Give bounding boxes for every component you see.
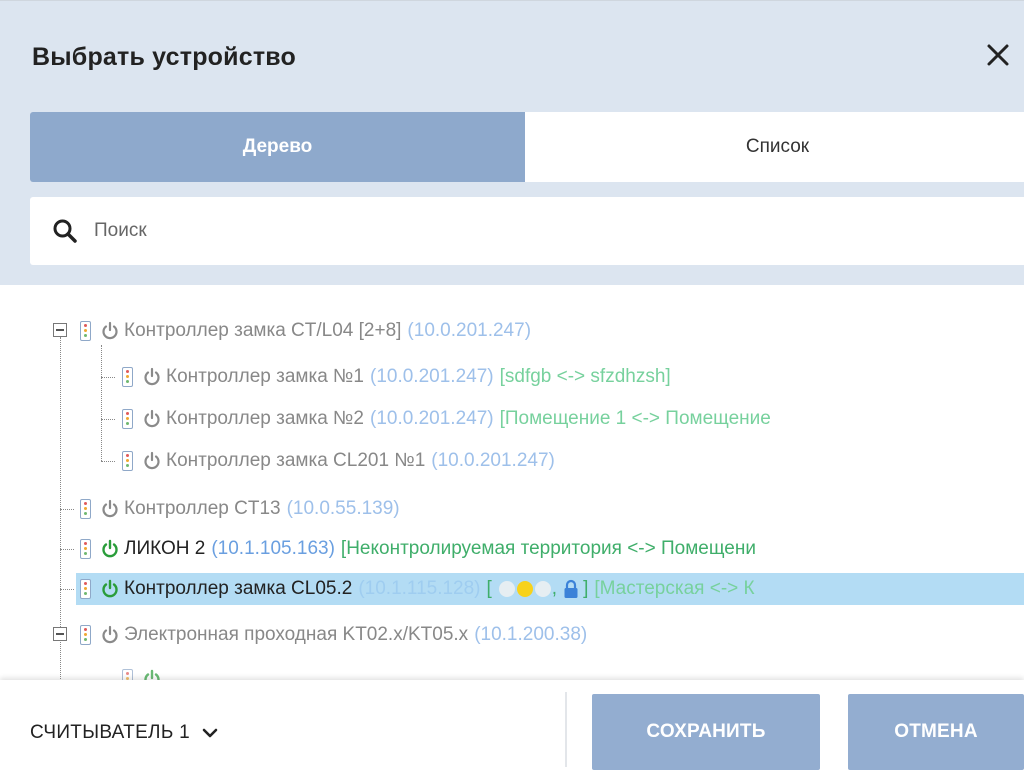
tree-line <box>60 509 74 510</box>
device-name: Контроллер замка №1 <box>166 366 364 387</box>
power-icon <box>102 539 118 558</box>
status-dot-off <box>534 580 551 597</box>
device-ip: (10.1.115.128) <box>358 578 481 599</box>
device-name: Контроллер замка CL05.2 <box>124 578 353 599</box>
device-icon <box>80 539 91 559</box>
status-dot-on <box>516 580 533 597</box>
chevron-down-icon <box>202 728 218 738</box>
footer-divider <box>565 692 567 767</box>
device-ip: (10.0.201.247) <box>431 450 555 471</box>
device-zone: [Помещение 1 <-> Помещение <box>499 408 771 429</box>
status-dot-off <box>498 580 515 597</box>
tab-list[interactable]: Список <box>525 112 1024 182</box>
device-name: Контроллер CT13 <box>124 498 281 519</box>
power-icon <box>102 499 118 518</box>
cancel-button[interactable]: ОТМЕНА <box>848 694 1024 770</box>
dialog-title: Выбрать устройство <box>32 43 296 71</box>
device-name: Контроллер замка CL201 №1 <box>166 450 426 471</box>
device-icon <box>122 409 133 429</box>
power-icon <box>102 321 118 340</box>
dialog-footer: СЧИТЫВАТЕЛЬ 1 СОХРАНИТЬ ОТМЕНА <box>0 680 1024 773</box>
device-icon <box>122 367 133 387</box>
device-name: Контроллер замка CT/L04 [2+8] <box>124 320 402 341</box>
tree-line <box>101 419 115 420</box>
state-separator: , <box>551 578 558 599</box>
power-icon <box>144 367 160 386</box>
device-zone: [Неконтролируемая территория <-> Помещен… <box>340 538 756 559</box>
tree-row[interactable]: ЛИКОН 2 (10.1.105.163) [Неконтролируемая… <box>80 533 756 565</box>
device-ip: (10.1.200.38) <box>474 624 588 645</box>
device-tree: Контроллер замка CT/L04 [2+8] (10.0.201.… <box>0 285 1024 680</box>
device-zone: [sdfgb <-> sfzdhzsh] <box>499 366 671 387</box>
search-input[interactable] <box>92 219 896 243</box>
device-ip: (10.0.55.139) <box>286 498 400 519</box>
power-icon <box>102 625 118 644</box>
power-icon <box>144 409 160 428</box>
device-icon <box>80 321 91 341</box>
power-icon <box>144 451 160 470</box>
collapse-toggle[interactable] <box>53 323 67 337</box>
search-box <box>30 197 1024 265</box>
tree-row-selected[interactable]: Контроллер замка CL05.2 (10.1.115.128) [… <box>76 573 1024 605</box>
device-name: ЛИКОН 2 <box>124 538 206 559</box>
device-icon <box>80 499 91 519</box>
status-indicators <box>498 578 552 600</box>
tab-tree[interactable]: Дерево <box>30 112 525 182</box>
device-ip: (10.0.201.247) <box>407 320 532 341</box>
reader-dropdown[interactable]: СЧИТЫВАТЕЛЬ 1 <box>30 722 218 744</box>
tree-line <box>101 377 115 378</box>
view-tabs: Дерево Список <box>30 112 1024 182</box>
close-icon[interactable] <box>980 37 1016 73</box>
tree-row[interactable]: Контроллер CT13 (10.0.55.139) <box>80 493 400 525</box>
tree-line <box>101 461 115 462</box>
device-name: Электронная проходная KT02.x/KT05.x <box>124 624 469 645</box>
tree-line <box>60 589 74 590</box>
device-icon <box>122 669 133 680</box>
device-icon <box>80 579 91 599</box>
tree-row[interactable]: Контроллер замка CL201 №1 (10.0.201.247) <box>122 445 555 477</box>
tree-row[interactable]: Контроллер замка №1 (10.0.201.247) [sdfg… <box>122 361 671 393</box>
state-bracket-close: ] <box>583 578 589 599</box>
device-ip: (10.1.105.163) <box>211 538 335 559</box>
state-bracket-open: [ <box>486 578 492 599</box>
collapse-toggle[interactable] <box>53 627 67 641</box>
tree-row[interactable]: Контроллер замка №2 (10.0.201.247) [Поме… <box>122 403 771 435</box>
device-zone: [Мастерская <-> К <box>594 578 755 599</box>
power-icon <box>102 579 118 598</box>
save-button[interactable]: СОХРАНИТЬ <box>592 694 820 770</box>
device-icon <box>80 625 91 645</box>
tree-row[interactable]: Электронная проходная KT02.x/KT05.x (10.… <box>80 619 587 651</box>
lock-icon <box>564 579 578 598</box>
reader-label: СЧИТЫВАТЕЛЬ 1 <box>30 722 191 743</box>
tree-row-partial <box>122 663 166 680</box>
tree-line <box>60 549 74 550</box>
search-icon <box>53 219 77 243</box>
power-icon <box>144 669 160 680</box>
device-ip: (10.0.201.247) <box>370 366 494 387</box>
tree-line <box>101 345 102 461</box>
device-name: Контроллер замка №2 <box>166 408 364 429</box>
device-ip: (10.0.201.247) <box>370 408 494 429</box>
tree-row[interactable]: Контроллер замка CT/L04 [2+8] (10.0.201.… <box>80 315 531 347</box>
device-icon <box>122 451 133 471</box>
dialog-header: Выбрать устройство Дерево Список <box>0 0 1024 285</box>
